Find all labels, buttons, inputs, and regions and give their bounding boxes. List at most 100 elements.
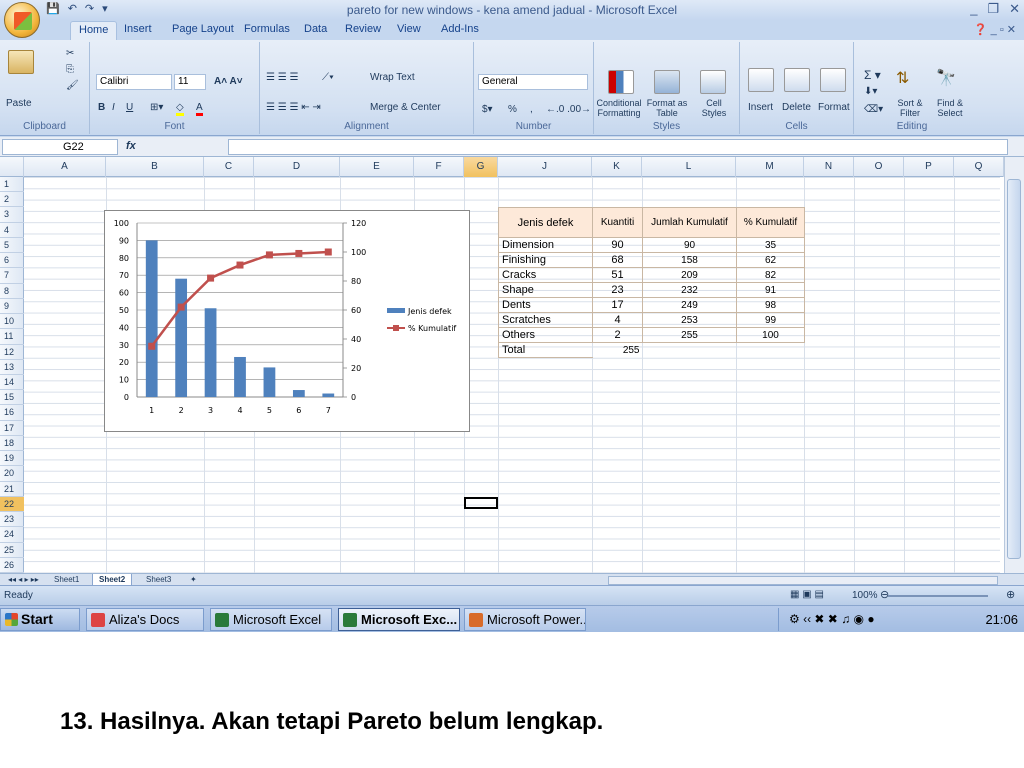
table-cell[interactable]: 98 (736, 297, 805, 313)
conditional-formatting-button[interactable]: Conditional Formatting (596, 98, 642, 118)
table-cell[interactable]: 255 (642, 327, 737, 343)
row-header[interactable]: 12 (0, 345, 24, 360)
table-cell[interactable]: Shape (498, 282, 593, 298)
table-cell[interactable]: 62 (736, 252, 805, 268)
table-cell[interactable]: 82 (736, 267, 805, 283)
binoculars-icon[interactable]: 🔭 (936, 68, 956, 88)
row-header[interactable]: 10 (0, 314, 24, 330)
column-header[interactable]: C (204, 157, 254, 177)
row-header[interactable]: 13 (0, 360, 24, 375)
sort-filter-button[interactable]: Sort & Filter (890, 98, 930, 118)
tab-page-layout[interactable]: Page Layout (172, 23, 234, 35)
restore-button[interactable]: ❐ (987, 1, 999, 17)
row-header[interactable]: 21 (0, 482, 24, 497)
column-header[interactable]: F (414, 157, 464, 177)
delete-button[interactable]: Delete (782, 102, 811, 113)
tab-add-ins[interactable]: Add-Ins (441, 23, 479, 35)
borders-icon[interactable]: ⊞▾ (150, 102, 163, 113)
row-header[interactable]: 5 (0, 238, 24, 254)
row-header[interactable]: 17 (0, 421, 24, 436)
table-cell[interactable]: 249 (642, 297, 737, 313)
row-header[interactable]: 9 (0, 299, 24, 315)
table-cell[interactable]: 35 (736, 237, 805, 253)
row-header[interactable]: 23 (0, 512, 24, 528)
column-header[interactable]: N (804, 157, 854, 177)
table-cell[interactable]: 253 (642, 312, 737, 328)
row-header[interactable]: 14 (0, 375, 24, 391)
zoom-slider[interactable] (888, 595, 988, 597)
row-header[interactable]: 25 (0, 543, 24, 558)
row-header[interactable]: 7 (0, 268, 24, 284)
tab-view[interactable]: View (397, 23, 421, 35)
select-all-corner[interactable] (0, 157, 24, 177)
tray-icons[interactable]: ⚙ ‹‹ ✖ ✖ ♫ ◉ ● (789, 612, 875, 626)
column-header[interactable]: J (498, 157, 592, 177)
format-painter-icon[interactable]: 🖌 (66, 80, 79, 91)
table-cell[interactable]: 23 (592, 282, 643, 298)
zoom-level[interactable]: 100% (852, 590, 878, 601)
taskbar-item-powerpoint[interactable]: Microsoft Power... (464, 608, 586, 631)
table-header-cell[interactable]: Jenis defek (498, 207, 593, 238)
row-header[interactable]: 3 (0, 207, 24, 223)
number-format-select[interactable]: General (478, 74, 588, 90)
insert-function-button[interactable]: fx (126, 140, 136, 152)
taskbar-item-alizas-docs[interactable]: Aliza's Docs (86, 608, 204, 631)
row-header[interactable]: 2 (0, 192, 24, 208)
tab-home[interactable]: Home (70, 21, 118, 40)
italic-icon[interactable]: I (112, 102, 115, 113)
cell-styles-button[interactable]: Cell Styles (694, 98, 734, 118)
table-cell[interactable]: 99 (736, 312, 805, 328)
total-value[interactable]: 255 (593, 343, 643, 358)
table-cell[interactable]: 91 (736, 282, 805, 298)
row-header[interactable]: 4 (0, 223, 24, 238)
start-button[interactable]: Start (0, 608, 80, 631)
row-header[interactable]: 11 (0, 329, 24, 345)
row-header[interactable]: 20 (0, 466, 24, 482)
horizontal-scrollbar[interactable] (608, 576, 998, 585)
comma-button[interactable]: , (530, 104, 533, 115)
insert-cells-icon[interactable] (748, 68, 774, 92)
row-header[interactable]: 8 (0, 284, 24, 299)
row-header[interactable]: 26 (0, 558, 24, 573)
decimal-icon[interactable]: ←.0 .00→ (546, 104, 591, 115)
table-cell[interactable]: Dimension (498, 237, 593, 253)
orientation-icon[interactable]: ⟋▾ (322, 72, 334, 83)
tab-review[interactable]: Review (345, 23, 381, 35)
office-button[interactable] (4, 2, 40, 38)
column-header[interactable]: M (736, 157, 804, 177)
help-icon[interactable]: ❓ _ ▫ ✕ (974, 23, 1016, 36)
fill-icon[interactable]: ⬇▾ (864, 86, 877, 97)
taskbar-item-excel-1[interactable]: Microsoft Excel (210, 608, 332, 631)
tab-insert[interactable]: Insert (124, 23, 152, 35)
name-box[interactable]: G22 (2, 139, 118, 155)
font-name-select[interactable]: Calibri (96, 74, 172, 90)
formula-input[interactable] (228, 139, 1008, 155)
row-header[interactable]: 22 (0, 496, 24, 513)
row-header[interactable]: 19 (0, 451, 24, 467)
align-top-icon[interactable]: ☰ ☰ ☰ (266, 72, 298, 83)
close-button[interactable]: ✕ (1009, 1, 1020, 17)
paste-icon[interactable] (8, 50, 34, 74)
selected-cell[interactable] (464, 497, 498, 509)
table-cell[interactable]: Finishing (498, 252, 593, 268)
format-cells-icon[interactable] (820, 68, 846, 92)
row-header[interactable]: 18 (0, 436, 24, 452)
table-header-cell[interactable]: Kuantiti (592, 207, 643, 238)
table-cell[interactable]: 232 (642, 282, 737, 298)
fill-color-icon[interactable]: ◇ (176, 102, 184, 116)
column-header[interactable]: B (106, 157, 204, 177)
table-cell[interactable]: 2 (592, 327, 643, 343)
font-size-select[interactable]: 11 (174, 74, 206, 90)
cell-styles-icon[interactable] (700, 70, 726, 94)
align-left-icon[interactable]: ☰ ☰ ☰ ⇤ ⇥ (266, 102, 321, 113)
total-label[interactable]: Total (498, 342, 593, 358)
table-cell[interactable]: Cracks (498, 267, 593, 283)
row-header[interactable]: 16 (0, 405, 24, 421)
tab-formulas[interactable]: Formulas (244, 23, 290, 35)
sort-filter-icon[interactable]: ⇅ (896, 68, 909, 88)
table-cell[interactable]: Dents (498, 297, 593, 313)
clear-icon[interactable]: ⌫▾ (864, 104, 883, 115)
row-header[interactable]: 6 (0, 253, 24, 269)
column-header[interactable]: O (854, 157, 904, 177)
find-select-button[interactable]: Find & Select (930, 98, 970, 118)
